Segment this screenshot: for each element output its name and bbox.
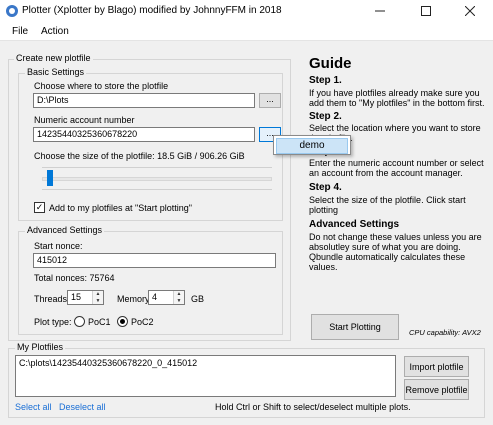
cpu-capability: CPU capability: AVX2: [409, 328, 481, 337]
check-mark-icon: ✓: [35, 202, 44, 212]
deselect-all-link[interactable]: Deselect all: [59, 402, 106, 412]
spin-down-icon[interactable]: ▼: [93, 298, 103, 305]
browse-button[interactable]: ...: [259, 93, 281, 108]
minimize-icon: [375, 10, 385, 12]
app-icon: [6, 5, 18, 17]
memory-label: Memory: [117, 294, 150, 304]
select-all-link[interactable]: Select all: [15, 402, 52, 412]
maximize-icon: [421, 6, 431, 16]
basic-settings-title: Basic Settings: [25, 67, 87, 77]
guide-step-1-heading: Step 1.: [309, 75, 342, 86]
size-label: Choose the size of the plotfile: 18.5 Gi…: [34, 151, 245, 161]
import-plotfile-button[interactable]: Import plotfile: [404, 356, 469, 377]
close-button[interactable]: [447, 0, 493, 22]
guide-step-1-text: If you have plotfiles already make sure …: [309, 88, 485, 108]
start-plotting-button[interactable]: Start Plotting: [311, 314, 399, 340]
guide-advanced-text: Do not change these values unless you ar…: [309, 232, 482, 272]
spin-down-icon[interactable]: ▼: [174, 298, 184, 305]
selection-hint: Hold Ctrl or Shift to select/deselect mu…: [215, 402, 411, 412]
add-plotfiles-checkbox[interactable]: ✓: [34, 202, 45, 213]
list-item[interactable]: C:\plots\14235440325360678220_0_415012: [19, 358, 392, 368]
total-nonces: Total nonces: 75764: [34, 273, 115, 283]
my-plotfiles-title: My Plotfiles: [15, 342, 66, 352]
account-option-demo[interactable]: demo: [276, 138, 348, 154]
size-slider-ticks-bottom: [42, 189, 272, 190]
memory-spin-arrows[interactable]: ▲ ▼: [173, 291, 184, 304]
size-slider-thumb[interactable]: [46, 170, 53, 186]
account-label: Numeric account number: [34, 115, 135, 125]
start-nonce-field[interactable]: 415012: [33, 253, 276, 268]
size-slider-ticks: [42, 167, 272, 168]
menu-file[interactable]: File: [12, 26, 28, 37]
poc1-label: PoC1: [88, 317, 111, 327]
advanced-settings-title: Advanced Settings: [25, 225, 105, 235]
menu-action[interactable]: Action: [41, 26, 69, 37]
memory-value: 4: [152, 292, 158, 302]
add-plotfiles-label: Add to my plotfiles at "Start plotting": [49, 203, 192, 213]
poc1-radio[interactable]: [74, 316, 85, 327]
maximize-button[interactable]: [403, 0, 449, 22]
memory-unit: GB: [191, 294, 205, 304]
window-title: Plotter (Xplotter by Blago) modified by …: [22, 5, 282, 16]
account-field[interactable]: 14235440325360678220: [33, 127, 255, 142]
poc2-label: PoC2: [131, 317, 154, 327]
threads-spin-arrows[interactable]: ▲ ▼: [92, 291, 103, 304]
menu-bar: [0, 22, 493, 41]
threads-label: Threads: [34, 294, 68, 304]
minimize-button[interactable]: [357, 0, 403, 22]
guide-title: Guide: [309, 55, 352, 72]
guide-advanced-heading: Advanced Settings: [309, 219, 400, 230]
close-icon: [465, 6, 475, 16]
size-slider-track[interactable]: [42, 177, 272, 181]
guide-step-3-text: Enter the numeric account number or sele…: [309, 158, 484, 178]
create-plotfile-title: Create new plotfile: [14, 53, 93, 63]
poc2-radio[interactable]: [117, 316, 128, 327]
plot-type-label: Plot type:: [34, 317, 72, 327]
account-dropdown: demo: [273, 135, 351, 155]
guide-step-4-heading: Step 4.: [309, 182, 342, 193]
threads-value: 15: [71, 292, 82, 302]
guide-step-2-heading: Step 2.: [309, 111, 342, 122]
start-nonce-label: Start nonce:: [34, 241, 83, 251]
location-field[interactable]: D:\Plots: [33, 93, 255, 108]
plotfile-list[interactable]: C:\plots\14235440325360678220_0_415012: [15, 355, 396, 397]
remove-plotfile-button[interactable]: Remove plotfile: [404, 379, 469, 400]
location-label: Choose where to store the plotfile: [34, 81, 169, 91]
guide-step-4-text: Select the size of the plotfile. Click s…: [309, 195, 466, 215]
